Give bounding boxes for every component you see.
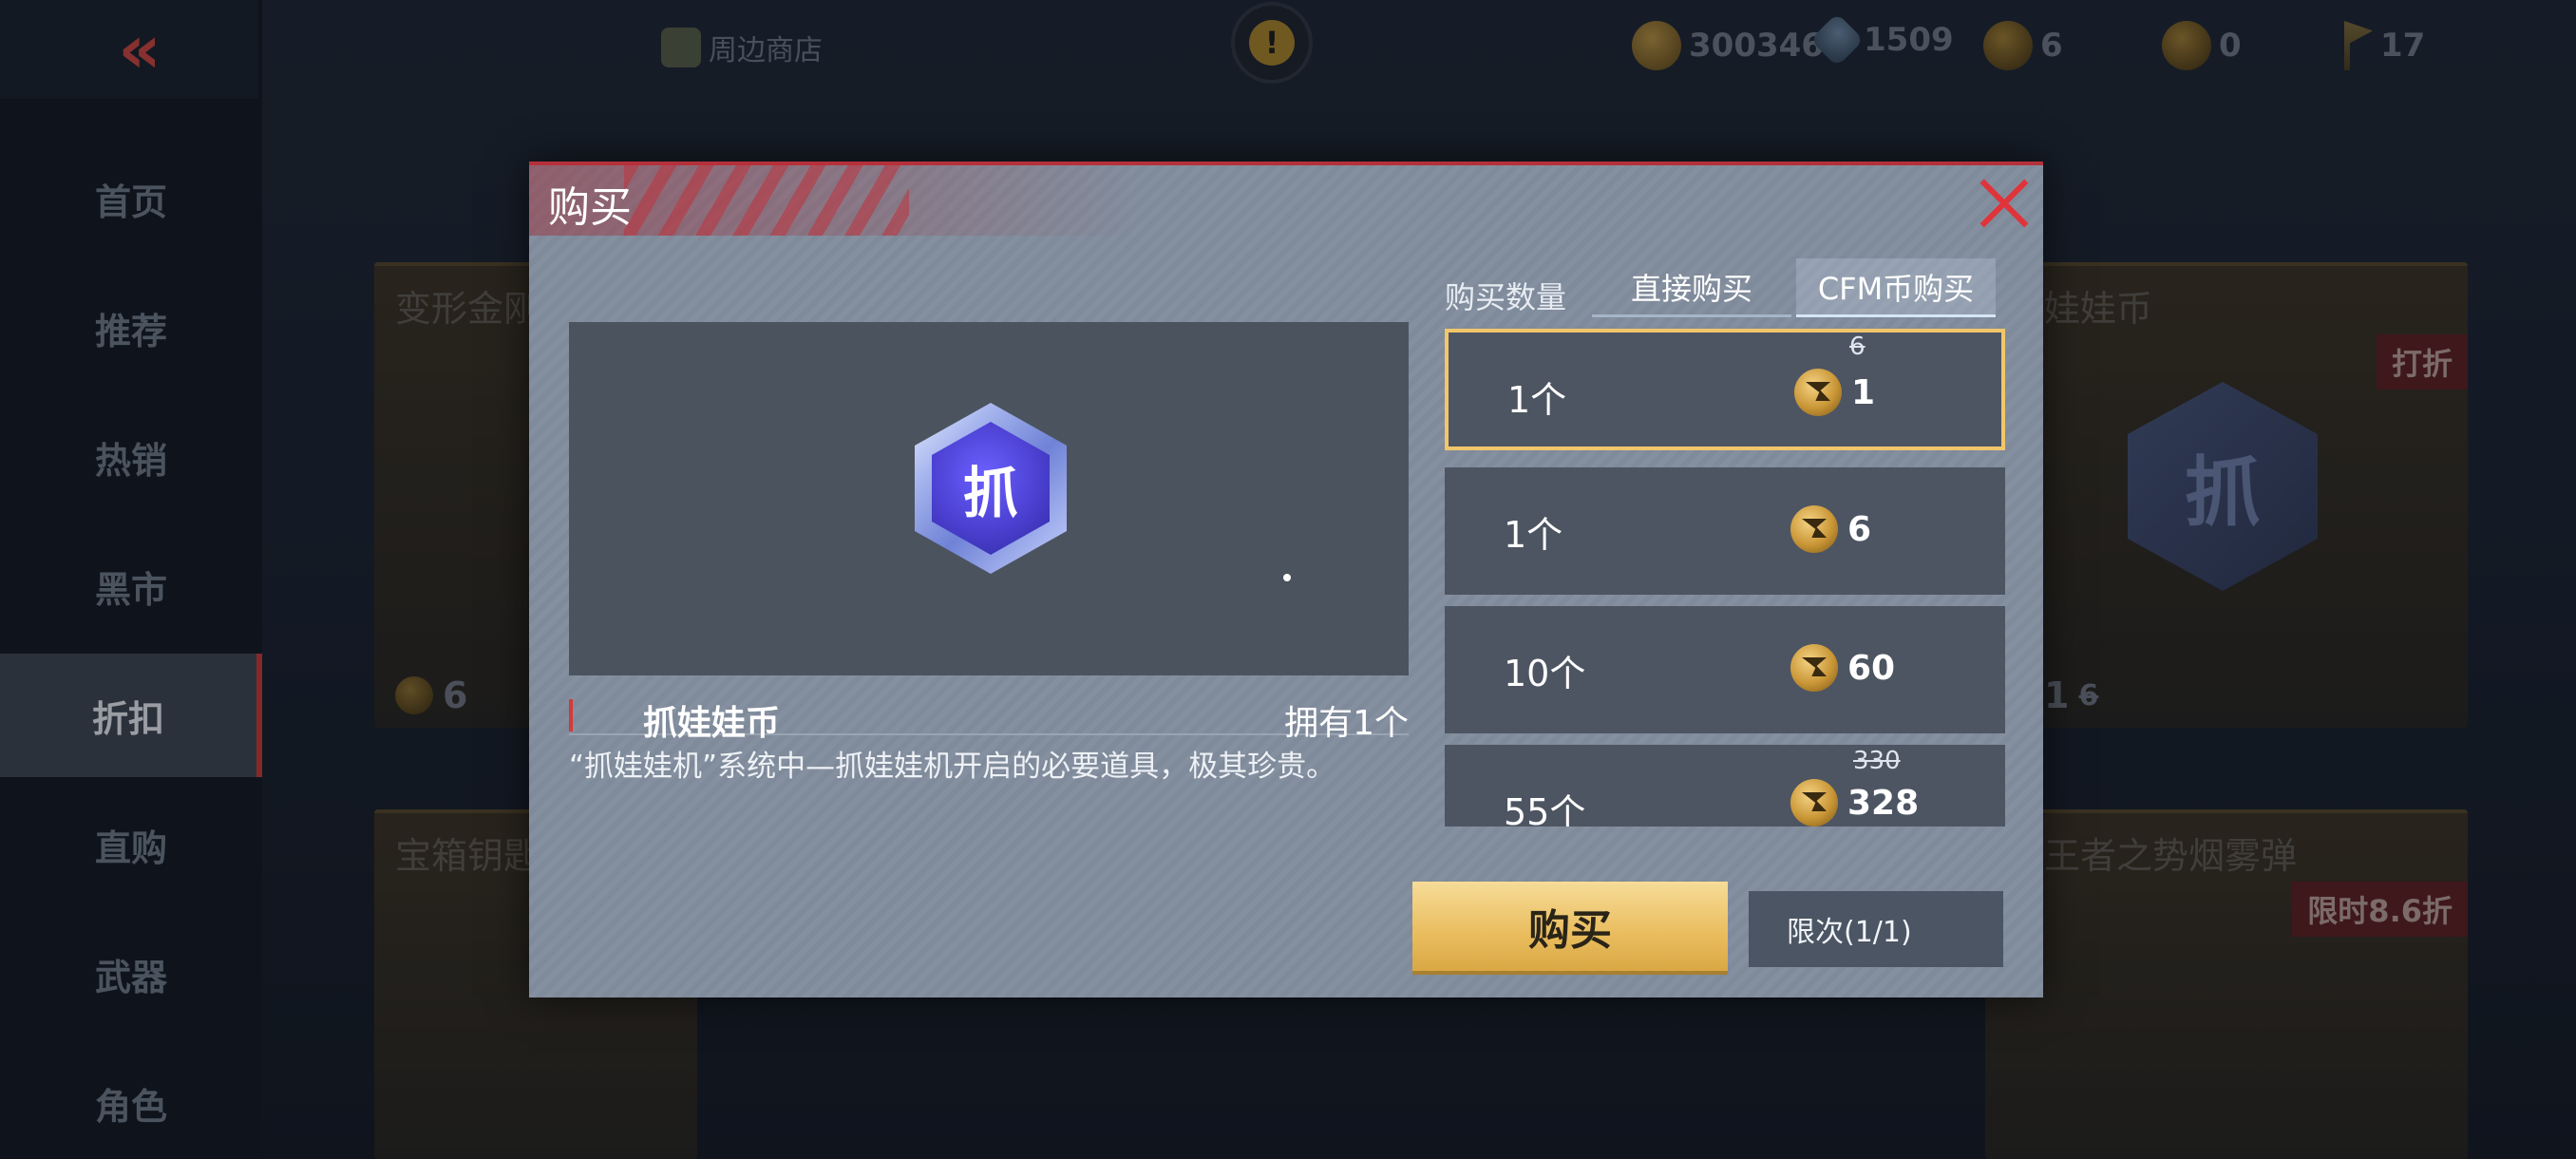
header-stripes	[624, 165, 909, 236]
option-quantity: 10个	[1504, 653, 1586, 694]
option-price-value: 60	[1847, 648, 1896, 688]
item-preview: 抓	[569, 322, 1409, 675]
option-price-value: 328	[1847, 783, 1920, 823]
option-price: 60	[1790, 644, 1895, 692]
quantity-label: 购买数量	[1445, 279, 1567, 315]
tab-direct-buy[interactable]: 直接购买	[1592, 258, 1791, 317]
dialog-header: 购买	[529, 165, 2043, 236]
cfm-coin-icon	[1790, 505, 1838, 553]
purchase-limit: 限次(1/1)	[1749, 891, 2003, 967]
option-price: 328	[1790, 779, 1919, 826]
option-quantity: 55个	[1504, 791, 1586, 826]
option-old-price: 6	[1849, 332, 1866, 361]
quantity-option[interactable]: 1个 6	[1445, 467, 2005, 595]
purchase-dialog: 购买 抓 抓娃娃币 拥有1个 “抓娃娃机”系统中—抓娃娃机开启的必要道具，极其珍…	[529, 162, 2043, 998]
claw-coin-glyph: 抓	[932, 422, 1050, 555]
quantity-option[interactable]: 1个 6 1	[1445, 329, 2005, 450]
quantity-option[interactable]: 55个 330 328	[1445, 745, 2005, 826]
item-name: 抓娃娃币	[643, 704, 781, 743]
preview-dot	[1283, 574, 1291, 581]
dialog-title: 购买	[548, 183, 632, 232]
item-description: “抓娃娃机”系统中—抓娃娃机开启的必要道具，极其珍贵。	[569, 750, 1336, 784]
claw-coin-icon: 抓	[915, 403, 1067, 574]
item-info-row: 抓娃娃币 拥有1个	[569, 695, 1409, 743]
cfm-coin-icon	[1790, 644, 1838, 692]
option-old-price: 330	[1853, 747, 1901, 775]
item-owned-count: 拥有1个	[1284, 704, 1409, 743]
option-quantity: 1个	[1504, 514, 1563, 556]
cfm-coin-icon	[1794, 369, 1842, 416]
cfm-coin-icon	[1790, 779, 1838, 826]
option-quantity: 1个	[1507, 379, 1567, 421]
item-marker	[569, 699, 573, 732]
option-price: 6	[1790, 505, 1871, 553]
close-icon[interactable]	[1967, 167, 2039, 239]
quantity-option[interactable]: 10个 60	[1445, 606, 2005, 733]
purchase-tabs: 购买数量 直接购买 CFM币购买	[1445, 258, 2043, 321]
option-price: 1	[1794, 369, 1875, 416]
buy-button[interactable]: 购买	[1412, 882, 1728, 975]
tab-cfm-buy[interactable]: CFM币购买	[1796, 258, 1996, 317]
option-price-value: 1	[1851, 372, 1876, 412]
option-price-value: 6	[1847, 509, 1872, 549]
